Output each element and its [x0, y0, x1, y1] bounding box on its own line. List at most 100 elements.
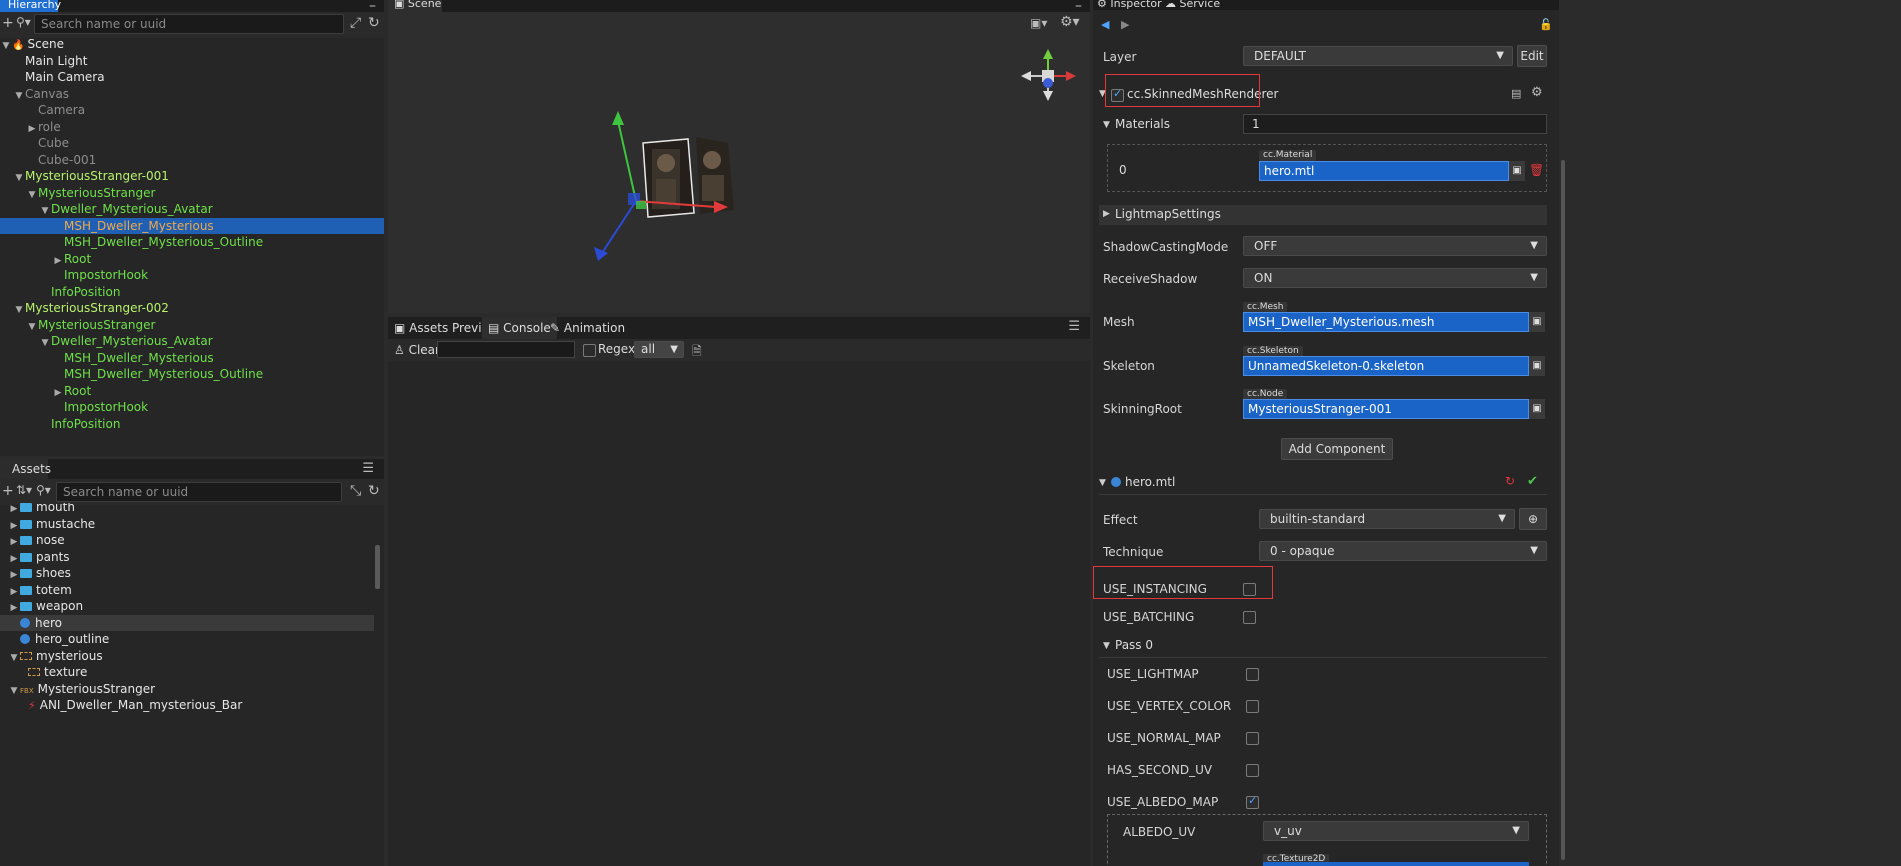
asset-item[interactable]: ▶ nose — [0, 532, 374, 548]
hierarchy-node[interactable]: ImpostorHook — [0, 267, 384, 283]
mtl-collapse-icon[interactable]: ▼ — [1099, 478, 1106, 488]
hierarchy-node[interactable]: ▼ Canvas — [0, 86, 384, 102]
texture-field[interactable] — [1263, 862, 1529, 866]
add-component-button[interactable]: Add Component — [1281, 438, 1393, 460]
hierarchy-node[interactable]: Cube-001 — [0, 152, 384, 168]
hierarchy-node[interactable]: ▼ MysteriousStranger-001 — [0, 168, 384, 184]
search-icon[interactable]: ⚲▾ — [16, 15, 31, 29]
regex-checkbox[interactable] — [583, 344, 596, 357]
hierarchy-node[interactable]: ▶ Root — [0, 383, 384, 399]
hierarchy-node[interactable]: ▶ role — [0, 119, 384, 135]
assets-refresh-icon[interactable]: ↻ — [368, 483, 380, 499]
assets-scrollbar[interactable] — [375, 545, 380, 589]
pass0-collapse-icon[interactable]: ▼ — [1103, 641, 1110, 651]
effect-locate-button[interactable]: ⊕ — [1519, 508, 1547, 530]
mtl-apply-icon[interactable]: ✔ — [1527, 474, 1538, 489]
expand-icon[interactable]: ⤢ — [350, 15, 361, 31]
shadow-select[interactable]: OFF ▼ — [1243, 236, 1547, 256]
scene-viewport[interactable] — [388, 13, 1090, 313]
skeleton-pick-icon[interactable]: ▣ — [1529, 356, 1545, 376]
component-settings-icon[interactable]: ⚙ — [1531, 85, 1543, 100]
asset-item[interactable]: ▶ pants — [0, 549, 374, 565]
use-batching-checkbox[interactable] — [1243, 611, 1256, 624]
inspector-scrollbar[interactable] — [1561, 160, 1565, 860]
material-pick-icon[interactable]: ▣ — [1509, 161, 1525, 181]
receive-select[interactable]: ON ▼ — [1243, 268, 1547, 288]
hierarchy-node[interactable]: Main Camera — [0, 69, 384, 85]
use-instancing-checkbox[interactable] — [1243, 583, 1256, 596]
hierarchy-node[interactable]: Camera — [0, 102, 384, 118]
hierarchy-node[interactable]: ▼ 🔥 Scene — [0, 36, 384, 52]
layer-select[interactable]: DEFAULT ▼ — [1243, 46, 1513, 66]
tab-animation[interactable]: ✎ Animation — [544, 317, 631, 339]
asset-search-icon[interactable]: ⚲▾ — [36, 483, 51, 497]
refresh-icon[interactable]: ↻ — [368, 15, 380, 31]
asset-item[interactable]: hero_outline — [0, 631, 374, 647]
asset-item[interactable]: ▼ FBX MysteriousStranger — [0, 681, 374, 697]
has-second-uv-checkbox[interactable] — [1246, 764, 1259, 777]
mesh-pick-icon[interactable]: ▣ — [1529, 312, 1545, 332]
hierarchy-node[interactable]: ▼ MysteriousStranger — [0, 317, 384, 333]
technique-select[interactable]: 0 - opaque ▼ — [1259, 541, 1547, 561]
asset-item[interactable]: ▶ totem — [0, 582, 374, 598]
use-albedo-map-checkbox[interactable] — [1246, 794, 1259, 809]
mesh-field[interactable]: MSH_Dweller_Mysterious.mesh — [1243, 312, 1529, 332]
console-filter-input[interactable] — [437, 341, 575, 358]
hierarchy-node[interactable]: Main Light — [0, 53, 384, 69]
asset-item[interactable]: hero — [0, 614, 374, 631]
hierarchy-node[interactable]: InfoPosition — [0, 416, 384, 432]
clear-button[interactable]: ♙ Clear — [394, 342, 440, 358]
hierarchy-node[interactable]: ▼ Dweller_Mysterious_Avatar — [0, 333, 384, 349]
materials-collapse-icon[interactable]: ▼ — [1103, 120, 1110, 130]
hierarchy-search-input[interactable]: Search name or uuid — [34, 14, 344, 34]
hierarchy-node[interactable]: ImpostorHook — [0, 399, 384, 415]
orientation-gizmo[interactable] — [1021, 49, 1076, 101]
hierarchy-node[interactable]: InfoPosition — [0, 284, 384, 300]
collapse-icon[interactable]: ⤡ — [350, 483, 361, 499]
console-menu-icon[interactable]: ☰ — [1068, 319, 1080, 334]
asset-item[interactable]: ▶ mouth — [0, 503, 374, 515]
hierarchy-node[interactable]: ▶ Root — [0, 251, 384, 267]
hierarchy-node[interactable]: Cube — [0, 135, 384, 151]
hierarchy-node[interactable]: ▼ Dweller_Mysterious_Avatar — [0, 201, 384, 217]
mtl-reset-icon[interactable]: ↻ — [1505, 474, 1515, 488]
asset-item[interactable]: ▶ weapon — [0, 598, 374, 614]
log-file-icon[interactable]: 🗎 — [692, 342, 702, 363]
asset-item[interactable]: ▼ mysterious — [0, 648, 374, 664]
albedo-uv-select[interactable]: v_uv ▼ — [1263, 821, 1529, 841]
asset-item[interactable]: texture — [0, 664, 374, 680]
skinroot-pick-icon[interactable]: ▣ — [1529, 399, 1545, 419]
sort-icon[interactable]: ⇅▾ — [16, 483, 32, 497]
material-field[interactable]: hero.mtl — [1259, 161, 1509, 181]
lightmap-expand-icon[interactable]: ▶ — [1103, 209, 1110, 219]
materials-count-input[interactable]: 1 — [1243, 114, 1547, 134]
tab-service[interactable]: ☁ Service — [1165, 0, 1220, 10]
component-docs-icon[interactable]: ▤ — [1511, 87, 1521, 100]
forward-arrow-icon[interactable]: ▶ — [1121, 18, 1129, 31]
hierarchy-node[interactable]: MSH_Dweller_Mysterious_Outline — [0, 366, 384, 382]
skeleton-field[interactable]: UnnamedSkeleton-0.skeleton — [1243, 356, 1529, 376]
use-normal-map-checkbox[interactable] — [1246, 732, 1259, 745]
layer-edit-button[interactable]: Edit — [1517, 45, 1547, 67]
tab-scene[interactable]: ▣ Scene — [388, 0, 442, 12]
effect-select[interactable]: builtin-standard ▼ — [1259, 509, 1515, 529]
hierarchy-node[interactable]: ▼ MysteriousStranger — [0, 185, 384, 201]
tab-assets[interactable]: Assets — [0, 459, 51, 479]
scene-menu-icon[interactable]: – — [1075, 0, 1082, 14]
assets-menu-icon[interactable]: ☰ — [362, 461, 374, 476]
add-asset-icon[interactable]: + — [2, 483, 14, 499]
log-level-select[interactable]: all ▼ — [634, 341, 684, 358]
use-vertex-color-checkbox[interactable] — [1246, 700, 1259, 713]
lock-icon[interactable]: 🔓 — [1539, 18, 1553, 31]
material-delete-icon[interactable]: 🗑 — [1529, 163, 1544, 177]
asset-item[interactable]: ⚡ ANI_Dweller_Man_mysterious_Bar — [0, 697, 374, 713]
add-icon[interactable]: + — [2, 15, 14, 31]
asset-item[interactable]: ▶ mustache — [0, 516, 374, 532]
hierarchy-node[interactable]: ▼ MysteriousStranger-002 — [0, 300, 384, 316]
hierarchy-node[interactable]: MSH_Dweller_Mysterious — [0, 350, 384, 366]
use-lightmap-checkbox[interactable] — [1246, 668, 1259, 681]
hierarchy-node[interactable]: MSH_Dweller_Mysterious — [0, 217, 384, 234]
back-arrow-icon[interactable]: ◀ — [1101, 18, 1109, 31]
hierarchy-node[interactable]: MSH_Dweller_Mysterious_Outline — [0, 234, 384, 250]
asset-item[interactable]: ▶ shoes — [0, 565, 374, 581]
